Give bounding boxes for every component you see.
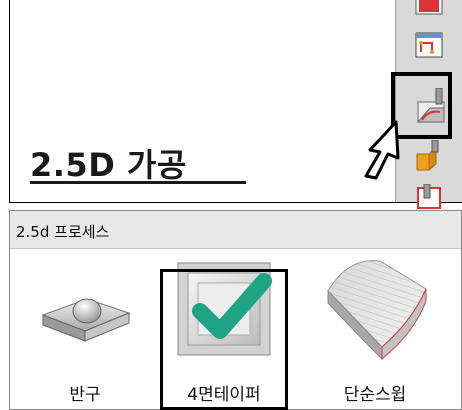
- process-panel-title: 2.5d 프로세스: [16, 223, 110, 241]
- tool-red-icon[interactable]: [414, 0, 444, 20]
- simple-sweep-icon: [318, 251, 434, 365]
- process-panel-header: 2.5d 프로세스: [10, 211, 461, 249]
- hemisphere-icon: [35, 281, 135, 355]
- heading-underline: [30, 181, 246, 184]
- selected-item-highlight: [160, 269, 288, 410]
- section-heading: 2.5D 가공: [30, 146, 187, 184]
- process-item-label: 반구: [69, 385, 101, 405]
- tool-pocket-icon[interactable]: [414, 139, 444, 172]
- process-item-label: 단순스윕: [343, 385, 407, 405]
- tool-path-icon[interactable]: [414, 30, 444, 60]
- mouse-cursor-icon: [362, 120, 406, 184]
